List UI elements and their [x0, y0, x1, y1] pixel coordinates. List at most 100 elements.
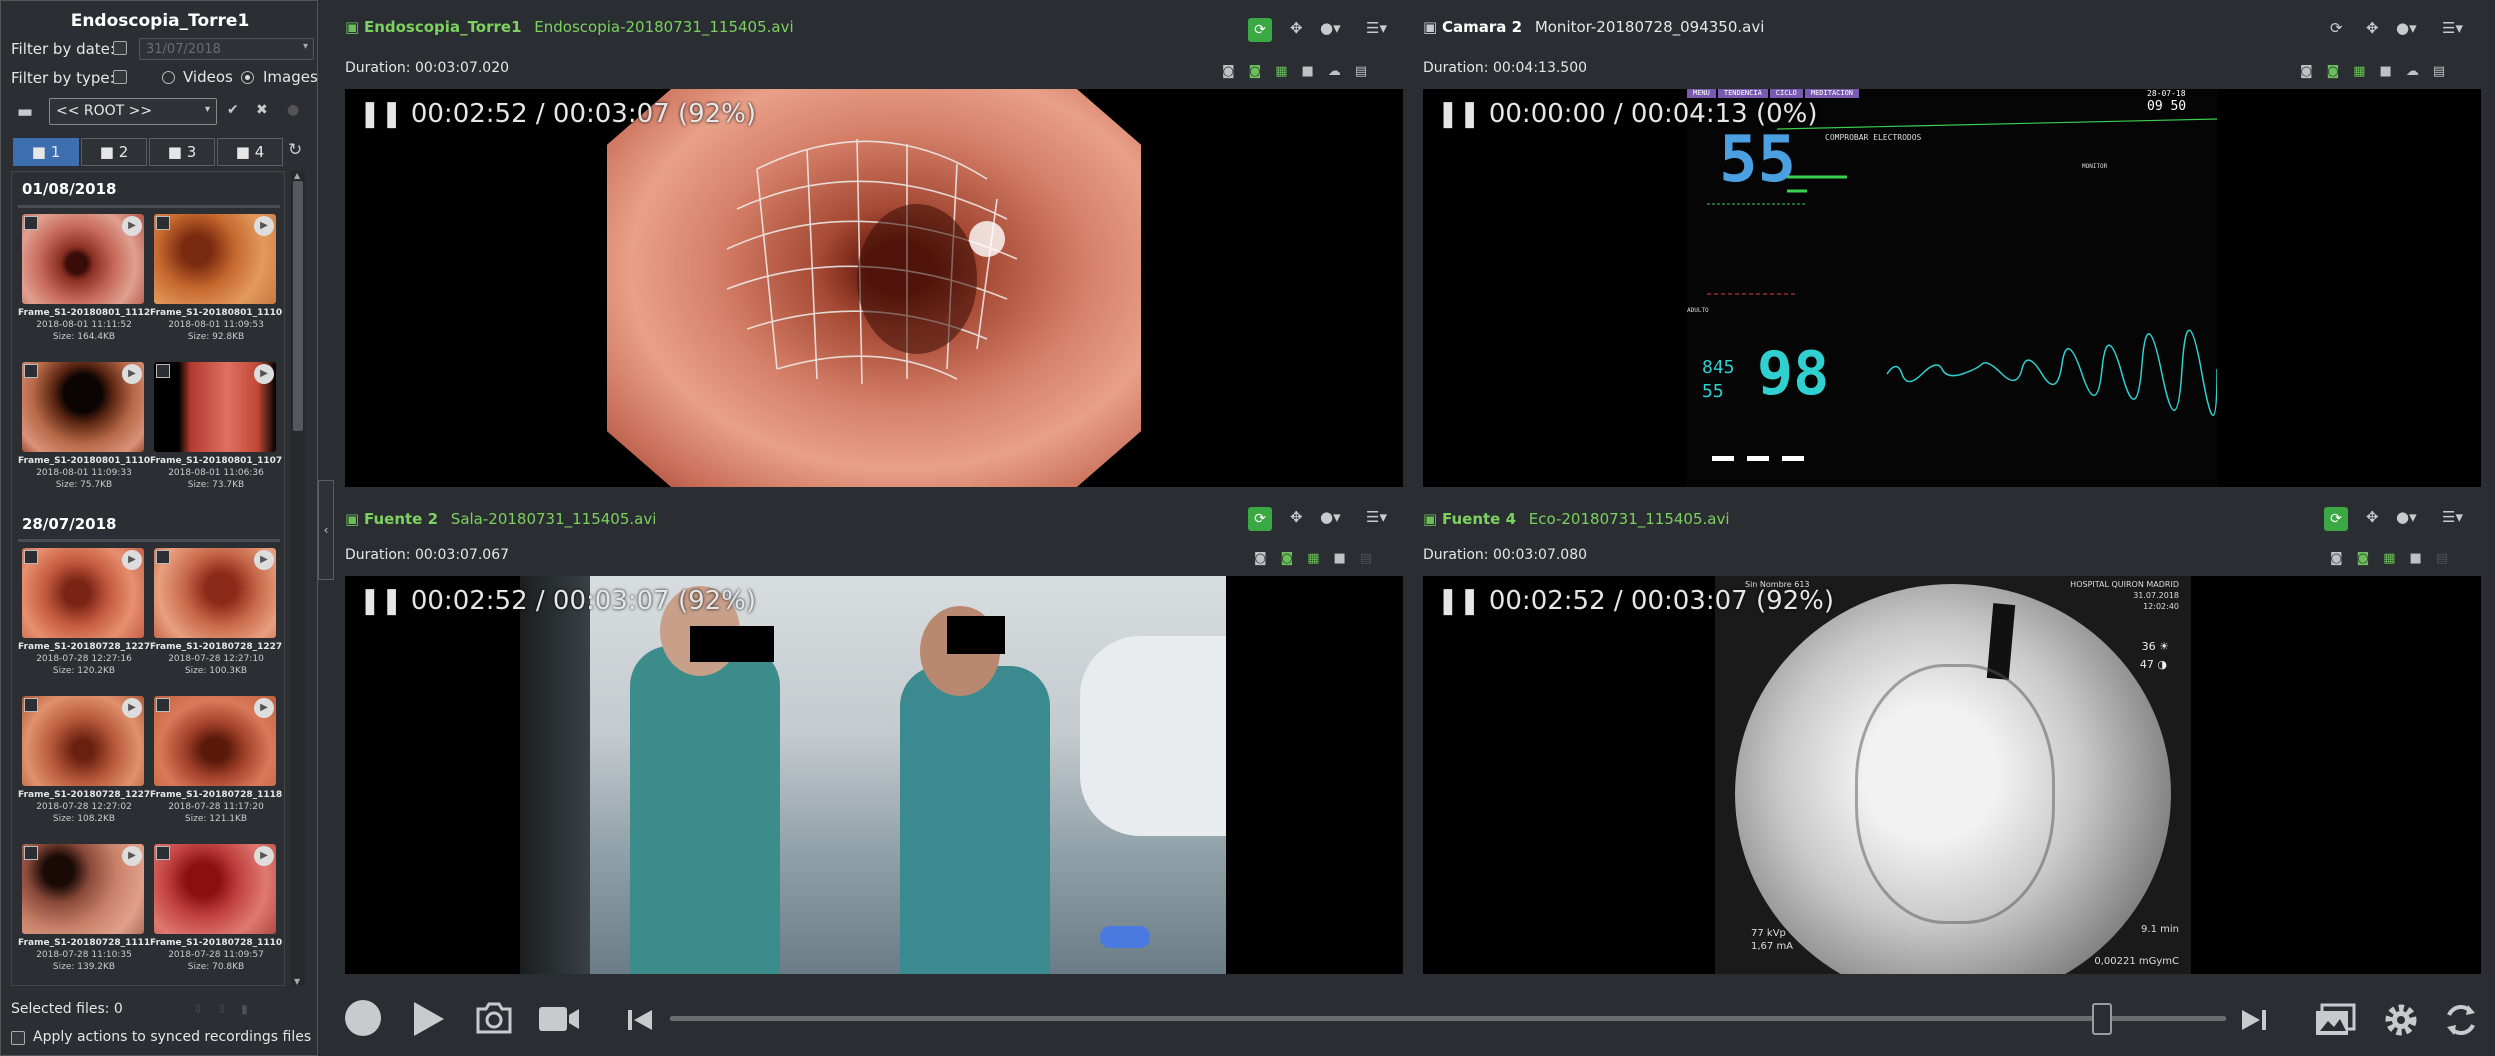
play-icon[interactable]: ▶: [254, 698, 274, 718]
camera-icon[interactable]: ◙: [2300, 64, 2327, 79]
sync-off-icon[interactable]: ⟳: [2330, 19, 2343, 37]
upload-icon[interactable]: ⇧: [217, 1002, 241, 1016]
play-icon[interactable]: ▶: [254, 216, 274, 236]
menu-icon[interactable]: ☰▾: [2442, 19, 2463, 37]
images-icon[interactable]: ▤: [2433, 64, 2459, 79]
cloud-icon[interactable]: ☁: [2406, 64, 2433, 79]
scrollbar-thumb[interactable]: [293, 181, 303, 431]
tab-camera-1[interactable]: ■ 1: [13, 138, 79, 166]
sync-toggle-button[interactable]: ⟳: [1248, 507, 1272, 531]
gallery-icon[interactable]: ▦: [2383, 551, 2409, 566]
menu-icon[interactable]: ☰▾: [1366, 508, 1387, 526]
list-item[interactable]: ▶ Frame_S1-20180801_111019. 2018-08-01 1…: [18, 362, 150, 490]
move-icon[interactable]: ✥: [1290, 19, 1303, 37]
user-menu-icon[interactable]: ●▾: [1320, 508, 1341, 526]
timeline-handle[interactable]: [2091, 1003, 2112, 1035]
pane-4-video[interactable]: Sin Nombre 613 HOSPITAL QUIRON MADRID 31…: [1423, 576, 2481, 974]
list-scrollbar[interactable]: ▲ ▼: [291, 171, 305, 986]
play-icon[interactable]: ▶: [122, 216, 142, 236]
play-icon[interactable]: ▶: [122, 698, 142, 718]
play-icon[interactable]: ▶: [254, 364, 274, 384]
video-camera-icon[interactable]: ■: [2380, 64, 2406, 79]
snapshot-icon[interactable]: ◙: [1249, 64, 1276, 79]
settings-button[interactable]: [2382, 1001, 2420, 1039]
delete-icon[interactable]: ▮: [241, 1002, 262, 1016]
video-camera-button[interactable]: [537, 1005, 581, 1033]
item-checkbox[interactable]: [156, 698, 170, 712]
sync-all-button[interactable]: [2442, 1001, 2480, 1039]
folder-select[interactable]: << ROOT >> ▾: [49, 98, 217, 125]
images-icon[interactable]: ▤: [1360, 551, 1386, 566]
gallery-icon[interactable]: ▦: [2353, 64, 2379, 79]
list-item[interactable]: ▶ Frame_S1-20180728_111119. 2018-07-28 1…: [18, 844, 150, 972]
timeline-track[interactable]: [670, 1016, 2226, 1021]
filter-date-checkbox[interactable]: [113, 41, 127, 55]
cloud-icon[interactable]: ☁: [1328, 64, 1355, 79]
record-button[interactable]: [345, 1000, 381, 1036]
list-item[interactable]: ▶ Frame_S1-20180728_111042. 2018-07-28 1…: [150, 844, 282, 972]
move-icon[interactable]: ✥: [2366, 508, 2379, 526]
item-checkbox[interactable]: [24, 216, 38, 230]
pane-3-video[interactable]: ❚❚ 00:02:52 / 00:03:07 (92%): [345, 576, 1403, 974]
play-icon[interactable]: ▶: [122, 364, 142, 384]
user-menu-icon[interactable]: ●▾: [1320, 19, 1341, 37]
tab-camera-3[interactable]: ■ 3: [149, 138, 215, 166]
item-checkbox[interactable]: [24, 846, 38, 860]
list-item[interactable]: ▶ Frame_S1-20180728_122716. 2018-07-28 1…: [18, 548, 150, 676]
item-checkbox[interactable]: [156, 846, 170, 860]
play-icon[interactable]: ▶: [254, 846, 274, 866]
list-item[interactable]: ▶ Frame_S1-20180801_111239. 2018-08-01 1…: [18, 214, 150, 342]
play-icon[interactable]: ▶: [122, 550, 142, 570]
list-item[interactable]: ▶ Frame_S1-20180728_122702. 2018-07-28 1…: [18, 696, 150, 824]
filter-date-input[interactable]: 31/07/2018 ▾: [139, 38, 314, 60]
check-circle-icon[interactable]: ✔: [227, 102, 239, 118]
close-circle-icon[interactable]: ✖: [256, 102, 268, 118]
skip-forward-button[interactable]: [2240, 1008, 2268, 1032]
apply-actions-checkbox[interactable]: [11, 1031, 25, 1045]
download-icon[interactable]: ⇩: [193, 1002, 217, 1016]
collapse-sidebar-handle[interactable]: ‹: [318, 480, 334, 580]
gallery-button[interactable]: [2314, 1003, 2356, 1037]
radio-videos[interactable]: [162, 71, 175, 84]
refresh-icon[interactable]: ↻: [288, 140, 302, 160]
play-icon[interactable]: ▶: [254, 550, 274, 570]
filter-type-checkbox[interactable]: [113, 70, 127, 84]
user-menu-icon[interactable]: ●▾: [2396, 508, 2417, 526]
snapshot-icon[interactable]: ◙: [1281, 551, 1308, 566]
snapshot-icon[interactable]: ◙: [2327, 64, 2354, 79]
play-icon[interactable]: ▶: [122, 846, 142, 866]
item-checkbox[interactable]: [24, 364, 38, 378]
disabled-circle-icon[interactable]: ●: [287, 102, 299, 118]
camera-icon[interactable]: ◙: [1222, 64, 1249, 79]
radio-images[interactable]: [241, 71, 254, 84]
item-checkbox[interactable]: [156, 364, 170, 378]
item-checkbox[interactable]: [156, 216, 170, 230]
menu-icon[interactable]: ☰▾: [1366, 19, 1387, 37]
list-item[interactable]: ▶ Frame_S1-20180801_111038. 2018-08-01 1…: [150, 214, 282, 342]
play-button[interactable]: [412, 1000, 446, 1038]
images-icon[interactable]: ▤: [1355, 64, 1381, 79]
scroll-up-icon[interactable]: ▲: [294, 171, 300, 180]
images-icon[interactable]: ▤: [2436, 551, 2462, 566]
sync-toggle-button[interactable]: ⟳: [1248, 18, 1272, 42]
move-icon[interactable]: ✥: [1290, 508, 1303, 526]
folder-icon[interactable]: ▬: [17, 102, 33, 122]
video-camera-icon[interactable]: ■: [1334, 551, 1360, 566]
sync-toggle-button[interactable]: ⟳: [2324, 507, 2348, 531]
item-checkbox[interactable]: [156, 550, 170, 564]
camera-button[interactable]: [474, 1001, 514, 1035]
list-item[interactable]: ▶ Frame_S1-20180728_111806. 2018-07-28 1…: [150, 696, 282, 824]
pane-2-video[interactable]: MENU TENDENCIA CICLO MEDITACION 28-07-18 09…: [1423, 89, 2481, 487]
camera-icon[interactable]: ◙: [1254, 551, 1281, 566]
item-checkbox[interactable]: [24, 550, 38, 564]
skip-back-button[interactable]: [626, 1008, 654, 1032]
tab-camera-2[interactable]: ■ 2: [81, 138, 147, 166]
pane-1-video[interactable]: ❚❚ 00:02:52 / 00:03:07 (92%): [345, 89, 1403, 487]
scroll-down-icon[interactable]: ▼: [294, 977, 300, 986]
snapshot-icon[interactable]: ◙: [2357, 551, 2384, 566]
gallery-icon[interactable]: ▦: [1307, 551, 1333, 566]
tab-camera-4[interactable]: ■ 4: [217, 138, 283, 166]
camera-icon[interactable]: ◙: [2330, 551, 2357, 566]
video-camera-icon[interactable]: ■: [2410, 551, 2436, 566]
item-checkbox[interactable]: [24, 698, 38, 712]
